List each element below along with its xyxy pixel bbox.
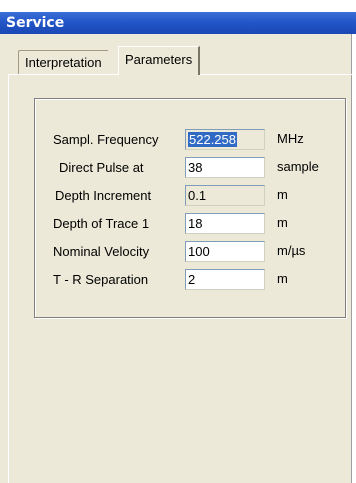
service-window: Service Interpretation Parameters Sampl.… bbox=[0, 0, 356, 483]
tab-parameters-label: Parameters bbox=[125, 52, 193, 67]
tab-strip: Interpretation Parameters bbox=[0, 34, 352, 75]
title-bar[interactable]: Service bbox=[0, 12, 356, 34]
window-title: Service bbox=[6, 15, 65, 31]
tab-interpretation-label: Interpretation bbox=[25, 55, 102, 70]
tab-interpretation[interactable]: Interpretation bbox=[18, 50, 108, 74]
tab-parameters[interactable]: Parameters bbox=[118, 46, 201, 75]
parameters-tab-panel bbox=[8, 74, 352, 483]
dialog-client-area: Interpretation Parameters Sampl. Frequen… bbox=[0, 34, 352, 483]
